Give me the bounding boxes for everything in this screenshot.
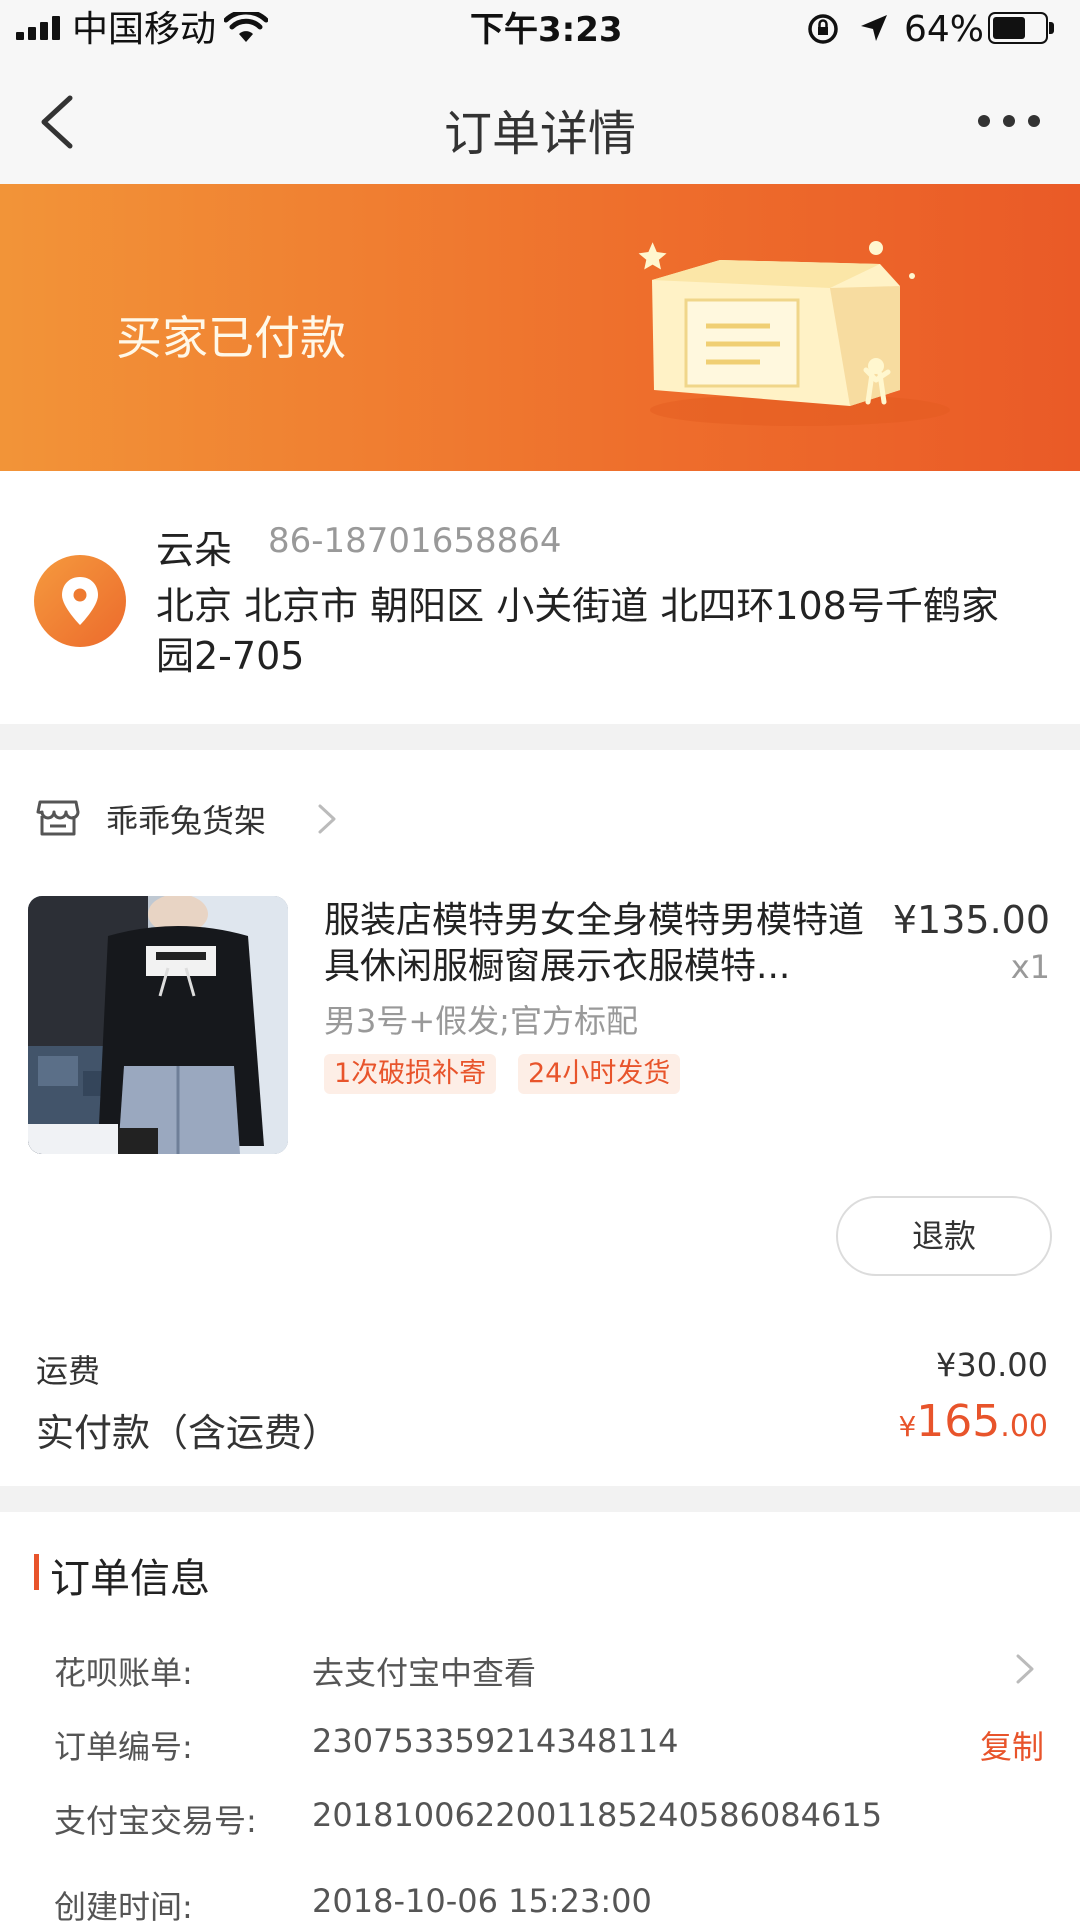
service-tag: 24小时发货 xyxy=(518,1054,681,1094)
total-paid-decimal: .00 xyxy=(1000,1409,1048,1444)
shop-name[interactable]: 乖乖兔货架 xyxy=(106,796,266,842)
section-divider xyxy=(0,1486,1080,1512)
info-label: 花呗账单: xyxy=(54,1654,193,1692)
battery-icon xyxy=(988,12,1054,44)
rotation-lock-icon xyxy=(808,14,838,44)
section-divider xyxy=(0,724,1080,750)
clock: 下午3:23 xyxy=(470,10,623,50)
alipay-trade-row: 支付宝交易号: 2018100622001185240586084615 xyxy=(54,1796,1044,1846)
recipient-phone: 86-18701658864 xyxy=(268,521,562,561)
total-paid-integer: 165 xyxy=(916,1396,1001,1447)
product-image[interactable] xyxy=(28,896,288,1154)
shipping-fee-label: 运费 xyxy=(36,1352,101,1390)
chevron-right-icon[interactable] xyxy=(312,800,342,838)
status-bar: 中国移动 下午3:23 64% xyxy=(0,0,1080,58)
battery-percent: 64% xyxy=(904,9,985,50)
info-value: 去支付宝中查看 xyxy=(312,1654,537,1692)
order-info-title: 订单信息 xyxy=(50,1556,210,1602)
section-accent-bar xyxy=(34,1554,39,1590)
info-label: 支付宝交易号: xyxy=(54,1802,257,1840)
recipient-name: 云朵 xyxy=(156,528,233,572)
order-number-value: 230753359214348114 xyxy=(312,1722,679,1760)
shipping-fee-value: ¥30.00 xyxy=(936,1346,1048,1384)
package-box-illustration xyxy=(638,241,950,426)
order-status-text: 买家已付款 xyxy=(116,311,346,365)
huabei-bill-row[interactable]: 花呗账单: 去支付宝中查看 xyxy=(54,1648,1044,1698)
carrier-label: 中国移动 xyxy=(72,9,217,50)
product-price: ¥135.00 xyxy=(892,898,1050,942)
order-number-row: 订单编号: 230753359214348114 复制 xyxy=(54,1722,1044,1772)
product-title[interactable]: 服装店模特男女全身模特男模特道具休闲服橱窗展示衣服模特... xyxy=(324,898,864,990)
service-tag: 1次破损补寄 xyxy=(324,1054,497,1094)
alipay-trade-value: 2018100622001185240586084615 xyxy=(312,1796,883,1834)
location-arrow-icon xyxy=(861,15,887,41)
store-icon xyxy=(36,800,80,836)
copy-button[interactable]: 复制 xyxy=(980,1722,1044,1768)
total-paid-label: 实付款（含运费） xyxy=(36,1411,341,1455)
signal-icon xyxy=(16,16,60,40)
order-status-banner: 买家已付款 xyxy=(0,184,1080,471)
created-time-row: 创建时间: 2018-10-06 15:23:00 xyxy=(54,1882,1044,1921)
chevron-right-icon[interactable] xyxy=(1014,1652,1038,1686)
refund-button[interactable]: 退款 xyxy=(836,1196,1052,1276)
currency-symbol: ¥ xyxy=(898,1410,917,1443)
info-label: 创建时间: xyxy=(54,1888,193,1921)
navigation-bar: 订单详情 xyxy=(0,58,1080,184)
recipient-address: 北京 北京市 朝阳区 小关街道 北四环108号千鹤家园2-705 xyxy=(156,584,999,678)
more-dots-icon[interactable] xyxy=(974,106,1044,136)
shipping-address-section: 云朵 86-18701658864 北京 北京市 朝阳区 小关街道 北四环108… xyxy=(0,471,1080,724)
wifi-icon xyxy=(224,12,268,42)
product-spec: 男3号+假发;官方标配 xyxy=(324,1002,638,1040)
total-paid-value: ¥165.00 xyxy=(898,1396,1048,1447)
location-pin-icon xyxy=(34,555,126,647)
product-quantity: x1 xyxy=(1010,948,1050,986)
page-title: 订单详情 xyxy=(443,106,636,162)
info-label: 订单编号: xyxy=(54,1728,193,1766)
created-time-value: 2018-10-06 15:23:00 xyxy=(312,1882,652,1920)
